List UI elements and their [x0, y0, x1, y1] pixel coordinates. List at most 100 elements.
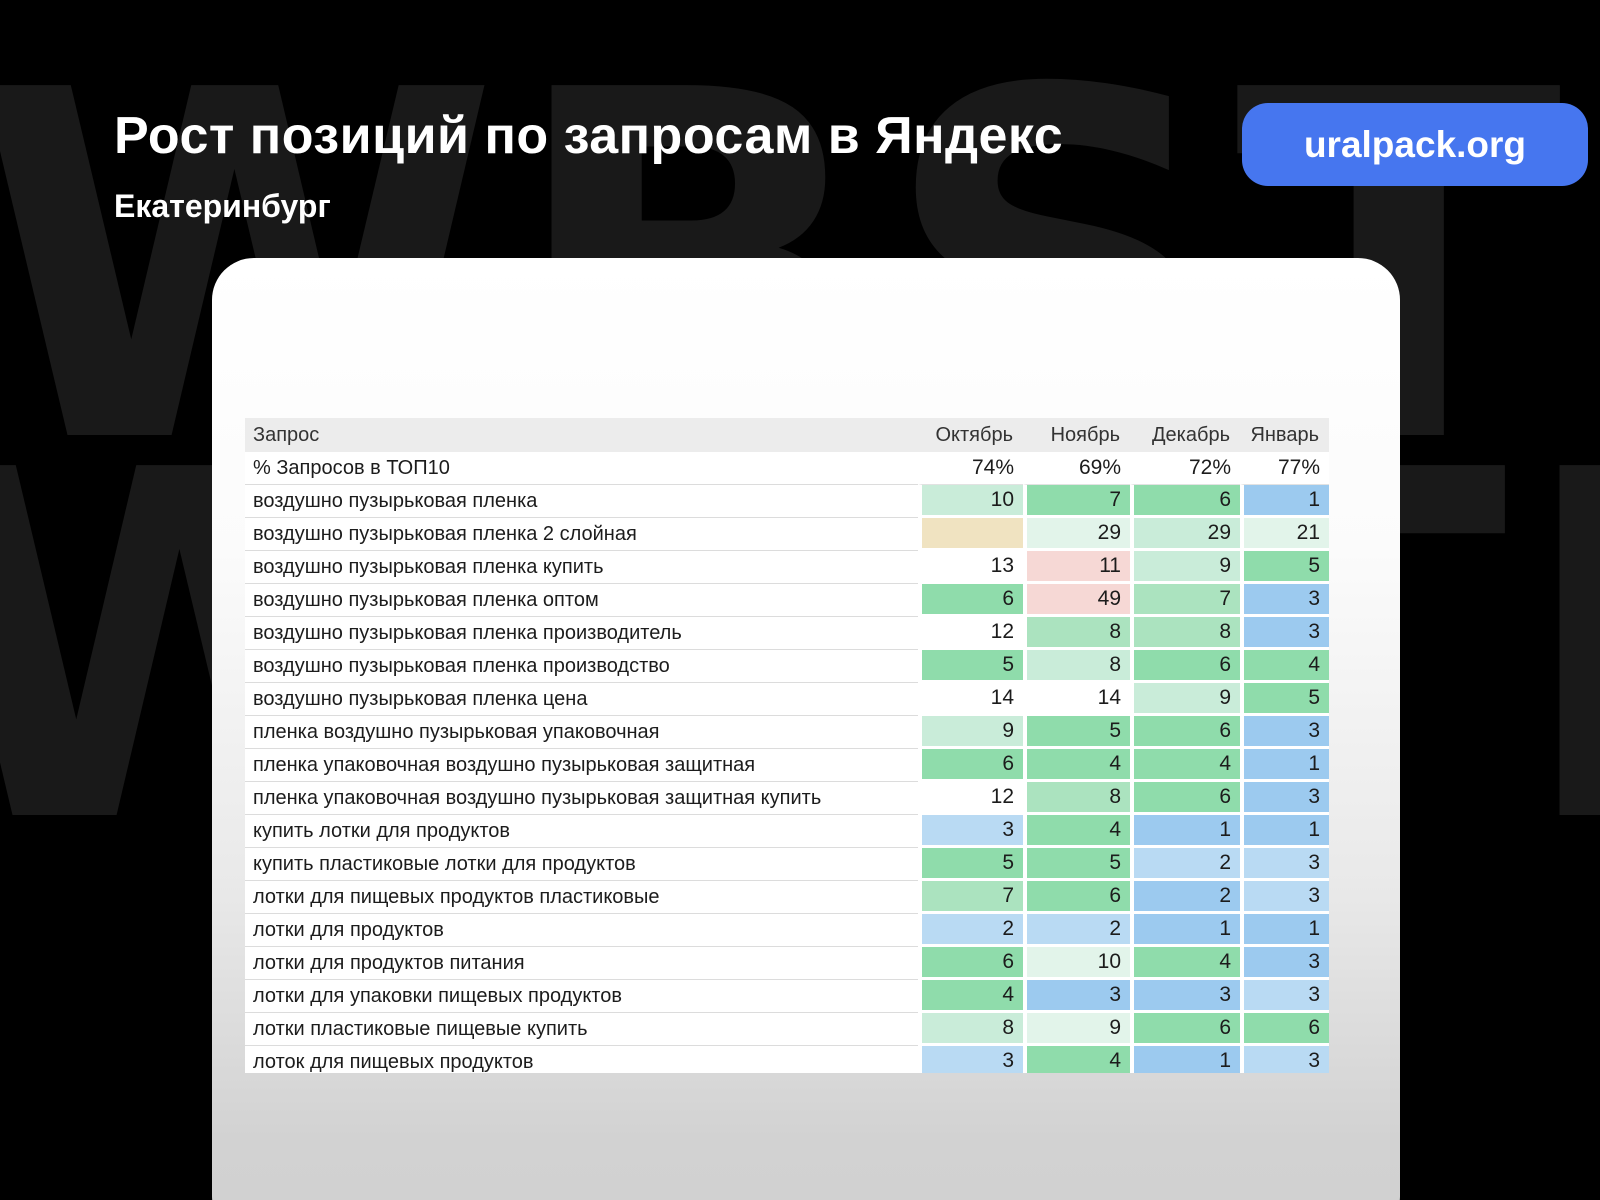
query-cell: лотки пластиковые пищевые купить [245, 1013, 918, 1046]
query-cell: лотки для упаковки пищевых продуктов [245, 980, 918, 1013]
value-cell [918, 518, 1023, 551]
value-cell: 3 [918, 1046, 1023, 1073]
table-row: лотки для продуктов 2 2 1 1 [245, 914, 1329, 947]
table-row: лоток для пищевых продуктов 3 4 1 3 [245, 1046, 1329, 1073]
table-row: воздушно пузырьковая пленка 10 7 6 1 [245, 485, 1329, 518]
page-subtitle: Екатеринбург [114, 188, 331, 225]
value-cell: 11 [1023, 551, 1130, 584]
value-cell: 4 [918, 980, 1023, 1013]
table-row: пленка упаковочная воздушно пузырьковая … [245, 749, 1329, 782]
value-cell: 6 [918, 584, 1023, 617]
value-cell: 4 [1023, 1046, 1130, 1073]
summary-label: % Запросов в ТОП10 [245, 452, 918, 485]
value-cell: 9 [1023, 1013, 1130, 1046]
value-cell: 3 [918, 815, 1023, 848]
table-row: воздушно пузырьковая пленка 2 слойная 29… [245, 518, 1329, 551]
value-cell: 9 [1130, 551, 1240, 584]
table-row: воздушно пузырьковая пленка производство… [245, 650, 1329, 683]
query-cell: лоток для пищевых продуктов [245, 1046, 918, 1073]
value-cell: 8 [1023, 617, 1130, 650]
value-cell: 1 [1240, 815, 1329, 848]
value-cell: 8 [1023, 650, 1130, 683]
value-cell: 4 [1240, 650, 1329, 683]
value-cell: 4 [1023, 749, 1130, 782]
value-cell: 5 [1240, 683, 1329, 716]
value-cell: 6 [918, 749, 1023, 782]
value-cell: 2 [1130, 881, 1240, 914]
column-header-november: Ноябрь [1023, 418, 1130, 452]
table-row: купить пластиковые лотки для продуктов 5… [245, 848, 1329, 881]
query-cell: воздушно пузырьковая пленка 2 слойная [245, 518, 918, 551]
column-header-query: Запрос [245, 418, 918, 452]
table-row: воздушно пузырьковая пленка купить 13 11… [245, 551, 1329, 584]
value-cell: 1 [1240, 749, 1329, 782]
column-header-december: Декабрь [1130, 418, 1240, 452]
query-cell: лотки для продуктов питания [245, 947, 918, 980]
query-cell: пленка упаковочная воздушно пузырьковая … [245, 782, 918, 815]
value-cell: 5 [1023, 716, 1130, 749]
value-cell: 3 [1240, 782, 1329, 815]
table-row: воздушно пузырьковая пленка производител… [245, 617, 1329, 650]
table-row: лотки пластиковые пищевые купить 8 9 6 6 [245, 1013, 1329, 1046]
column-header-january: Январь [1240, 418, 1329, 452]
site-badge[interactable]: uralpack.org [1242, 103, 1588, 186]
table-body: воздушно пузырьковая пленка 10 7 6 1 воз… [245, 485, 1329, 1073]
value-cell: 8 [1023, 782, 1130, 815]
value-cell: 6 [1240, 1013, 1329, 1046]
content-card: Запрос Октябрь Ноябрь Декабрь Январь % З… [212, 258, 1400, 1200]
value-cell: 14 [918, 683, 1023, 716]
query-cell: купить пластиковые лотки для продуктов [245, 848, 918, 881]
value-cell: 3 [1023, 980, 1130, 1013]
query-cell: лотки для пищевых продуктов пластиковые [245, 881, 918, 914]
value-cell: 10 [1023, 947, 1130, 980]
value-cell: 29 [1130, 518, 1240, 551]
table-row: лотки для упаковки пищевых продуктов 4 3… [245, 980, 1329, 1013]
value-cell: 5 [1023, 848, 1130, 881]
value-cell: 12 [918, 617, 1023, 650]
summary-value: 77% [1240, 452, 1329, 485]
value-cell: 5 [918, 848, 1023, 881]
value-cell: 2 [1130, 848, 1240, 881]
query-cell: воздушно пузырьковая пленка купить [245, 551, 918, 584]
table-row: воздушно пузырьковая пленка цена 14 14 9… [245, 683, 1329, 716]
value-cell: 5 [918, 650, 1023, 683]
value-cell: 6 [1023, 881, 1130, 914]
value-cell: 1 [1130, 815, 1240, 848]
value-cell: 29 [1023, 518, 1130, 551]
query-cell: воздушно пузырьковая пленка производител… [245, 617, 918, 650]
table-row: лотки для пищевых продуктов пластиковые … [245, 881, 1329, 914]
value-cell: 6 [1130, 485, 1240, 518]
value-cell: 2 [1023, 914, 1130, 947]
value-cell: 4 [1130, 947, 1240, 980]
query-cell: лотки для продуктов [245, 914, 918, 947]
summary-value: 72% [1130, 452, 1240, 485]
value-cell: 3 [1240, 617, 1329, 650]
table-row: пленка воздушно пузырьковая упаковочная … [245, 716, 1329, 749]
value-cell: 5 [1240, 551, 1329, 584]
value-cell: 7 [1130, 584, 1240, 617]
value-cell: 21 [1240, 518, 1329, 551]
value-cell: 8 [918, 1013, 1023, 1046]
value-cell: 1 [1240, 485, 1329, 518]
value-cell: 3 [1240, 848, 1329, 881]
value-cell: 3 [1240, 947, 1329, 980]
value-cell: 14 [1023, 683, 1130, 716]
query-cell: воздушно пузырьковая пленка цена [245, 683, 918, 716]
value-cell: 13 [918, 551, 1023, 584]
table-row: воздушно пузырьковая пленка оптом 6 49 7… [245, 584, 1329, 617]
value-cell: 4 [1130, 749, 1240, 782]
value-cell: 3 [1240, 716, 1329, 749]
table-row: лотки для продуктов питания 6 10 4 3 [245, 947, 1329, 980]
value-cell: 3 [1240, 1046, 1329, 1073]
query-cell: воздушно пузырьковая пленка [245, 485, 918, 518]
column-header-october: Октябрь [918, 418, 1023, 452]
value-cell: 6 [1130, 716, 1240, 749]
summary-value: 74% [918, 452, 1023, 485]
value-cell: 4 [1023, 815, 1130, 848]
value-cell: 3 [1240, 584, 1329, 617]
value-cell: 12 [918, 782, 1023, 815]
value-cell: 1 [1130, 914, 1240, 947]
query-cell: пленка упаковочная воздушно пузырьковая … [245, 749, 918, 782]
query-cell: воздушно пузырьковая пленка оптом [245, 584, 918, 617]
value-cell: 3 [1240, 980, 1329, 1013]
